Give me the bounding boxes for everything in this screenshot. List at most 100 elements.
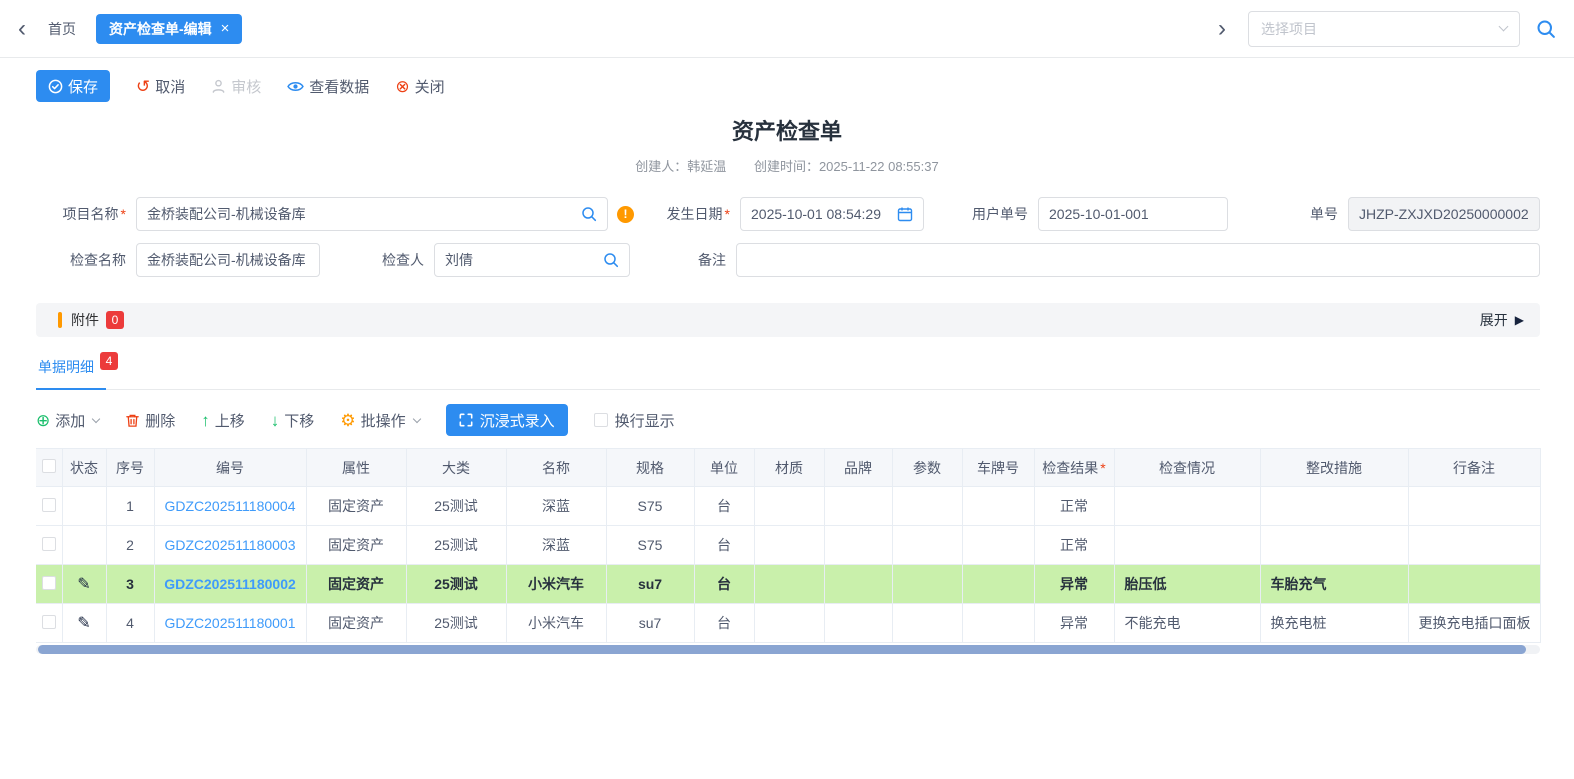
close-label: 关闭 (415, 76, 445, 97)
cell-plate (962, 526, 1034, 565)
cell-select (36, 487, 62, 526)
header-param: 参数 (892, 449, 962, 487)
tab-asset-check-edit-label: 资产检查单-编辑 (109, 19, 212, 39)
check-name-input[interactable] (147, 252, 309, 268)
search-icon[interactable] (581, 206, 597, 222)
check-name-label: 检查名称 (36, 250, 136, 270)
cell-category: 25测试 (406, 604, 506, 643)
select-all-checkbox[interactable] (42, 459, 56, 473)
remark-input[interactable] (747, 252, 1529, 268)
attachment-expand-button[interactable]: 展开 ▶ (1480, 310, 1524, 330)
tab-close-icon[interactable]: × (221, 21, 230, 36)
calendar-icon[interactable] (897, 206, 913, 222)
add-row-button[interactable]: ⊕ 添加 (36, 410, 99, 431)
cell-result: 异常 (1034, 604, 1114, 643)
move-down-button[interactable]: ↓ 下移 (271, 410, 315, 431)
batch-operation-button[interactable]: ⚙ 批操作 (340, 410, 419, 431)
asset-code-link[interactable]: GDZC202511180001 (164, 615, 295, 631)
project-select[interactable]: 选择项目 (1248, 11, 1520, 47)
cell-unit: 台 (694, 526, 754, 565)
batch-label: 批操作 (361, 410, 406, 431)
tab-detail-lines[interactable]: 单据明细 4 (36, 355, 120, 389)
cell-result: 正常 (1034, 487, 1114, 526)
row-checkbox[interactable] (42, 537, 56, 551)
info-warning-icon[interactable]: ! (617, 206, 634, 223)
checker-label: 检查人 (372, 250, 434, 270)
arrow-up-icon: ↑ (201, 412, 210, 429)
cell-seq: 2 (106, 526, 154, 565)
asset-code-link[interactable]: GDZC202511180002 (164, 576, 296, 592)
person-icon (211, 79, 226, 94)
cell-result: 异常 (1034, 565, 1114, 604)
occur-date-input[interactable] (751, 206, 891, 222)
immersive-entry-button[interactable]: 沉浸式录入 (446, 404, 568, 436)
move-up-button[interactable]: ↑ 上移 (201, 410, 245, 431)
cell-brand (824, 526, 892, 565)
cell-category: 25测试 (406, 487, 506, 526)
cancel-button[interactable]: ↺ 取消 (136, 76, 185, 97)
remark-label: 备注 (690, 250, 736, 270)
check-name-field (136, 243, 320, 277)
row-checkbox[interactable] (42, 498, 56, 512)
immersive-label: 沉浸式录入 (480, 410, 555, 431)
cell-unit: 台 (694, 487, 754, 526)
wrap-display-checkbox[interactable]: 换行显示 (594, 410, 675, 431)
cell-status (62, 487, 106, 526)
row-checkbox[interactable] (42, 576, 56, 590)
user-no-input[interactable] (1049, 206, 1217, 222)
attachment-count-badge: 0 (106, 311, 124, 329)
header-situation: 检查情况 (1114, 449, 1260, 487)
cell-brand (824, 487, 892, 526)
asset-code-link[interactable]: GDZC202511180003 (164, 537, 295, 553)
trash-icon (125, 413, 140, 428)
edit-pencil-icon[interactable]: ✎ (77, 576, 90, 593)
tabs-back-icon[interactable]: ‹ (12, 17, 32, 41)
table-row-selected[interactable]: ✎ 3 GDZC202511180002 固定资产 25测试 小米汽车 su7 … (36, 565, 1540, 604)
gear-icon: ⚙ (340, 412, 355, 429)
cell-attr: 固定资产 (306, 565, 406, 604)
plus-circle-icon: ⊕ (36, 412, 50, 429)
user-no-label: 用户单号 (958, 204, 1038, 224)
tab-asset-check-edit[interactable]: 资产检查单-编辑 × (96, 14, 242, 44)
tabs-forward-icon[interactable]: › (1212, 17, 1232, 41)
save-button[interactable]: 保存 (36, 70, 110, 102)
horizontal-scrollbar[interactable] (36, 645, 1540, 654)
global-search-icon[interactable] (1536, 19, 1556, 39)
cell-spec: su7 (606, 604, 694, 643)
row-checkbox[interactable] (42, 615, 56, 629)
cell-material (754, 526, 824, 565)
close-button[interactable]: ⊗ 关闭 (395, 76, 444, 97)
check-circle-icon (48, 79, 63, 94)
table-row[interactable]: ✎ 4 GDZC202511180001 固定资产 25测试 小米汽车 su7 … (36, 604, 1540, 643)
cell-material (754, 565, 824, 604)
view-data-button[interactable]: 查看数据 (287, 76, 369, 97)
header-material: 材质 (754, 449, 824, 487)
doc-form: 项目名称* ! 发生日期* 用户单号 (36, 197, 1540, 277)
project-name-label: 项目名称* (36, 204, 136, 224)
cell-seq: 3 (106, 565, 154, 604)
cell-select (36, 565, 62, 604)
cell-code: GDZC202511180003 (154, 526, 306, 565)
tab-home[interactable]: 首页 (48, 19, 76, 39)
project-name-input[interactable] (147, 206, 575, 222)
arrow-down-icon: ↓ (271, 412, 280, 429)
table-row[interactable]: 1 GDZC202511180004 固定资产 25测试 深蓝 S75 台 正常 (36, 487, 1540, 526)
asset-code-link[interactable]: GDZC202511180004 (164, 498, 295, 514)
cell-spec: su7 (606, 565, 694, 604)
audit-button[interactable]: 审核 (211, 76, 261, 97)
header-status: 状态 (62, 449, 106, 487)
checkbox-icon[interactable] (594, 413, 608, 427)
scrollbar-thumb[interactable] (38, 645, 1526, 654)
cancel-label: 取消 (155, 76, 185, 97)
detail-table: 状态 序号 编号 属性 大类 名称 规格 单位 材质 品牌 参数 车牌号 检查结… (36, 448, 1541, 643)
wrap-display-label: 换行显示 (615, 410, 675, 431)
edit-pencil-icon[interactable]: ✎ (77, 615, 90, 632)
detail-count-badge: 4 (100, 352, 118, 370)
search-icon[interactable] (603, 252, 619, 268)
attachment-bar: 附件 0 展开 ▶ (36, 303, 1540, 337)
cell-situation (1114, 487, 1260, 526)
table-row[interactable]: 2 GDZC202511180003 固定资产 25测试 深蓝 S75 台 正常 (36, 526, 1540, 565)
project-name-field (136, 197, 608, 231)
checker-input[interactable] (445, 252, 597, 268)
delete-row-button[interactable]: 删除 (125, 410, 175, 431)
